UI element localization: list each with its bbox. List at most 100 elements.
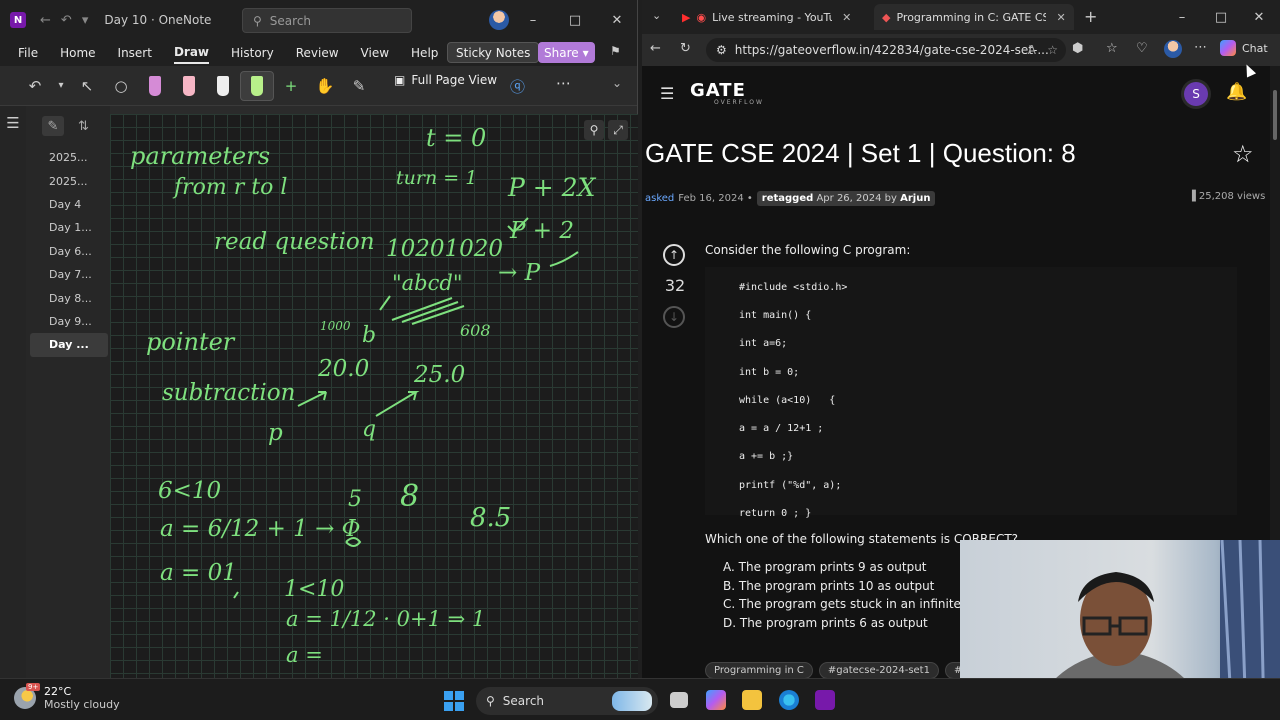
page-item[interactable]: 2025... (26, 146, 110, 169)
navigation-rail: ☰ (0, 106, 26, 678)
retag-user[interactable]: Arjun (900, 193, 930, 204)
search-icon[interactable]: ⚲ (584, 120, 604, 140)
tag-list: Programming in C #gatecse-2024-set1 #pr (705, 662, 982, 678)
notification-bell-icon[interactable]: 🔔 (1226, 82, 1247, 102)
copilot-chat-button[interactable]: Chat (1220, 40, 1268, 56)
more-icon[interactable]: ⋯ (556, 74, 571, 92)
file-explorer-icon[interactable] (742, 690, 762, 710)
note-canvas[interactable]: parameters from r to l read question t =… (110, 114, 638, 678)
upvote-button[interactable]: ↑ (663, 244, 685, 266)
share-button[interactable]: Share ▾ (538, 42, 595, 63)
asked-label[interactable]: asked (645, 193, 674, 204)
sort-icon[interactable]: ⇅ (78, 119, 89, 134)
ruler-icon[interactable]: ✎ (342, 71, 376, 101)
copilot-taskbar-icon[interactable] (706, 690, 726, 710)
maximize-icon[interactable]: □ (1202, 10, 1240, 25)
site-favicon-icon: ◆ (882, 10, 891, 24)
minimize-icon[interactable]: – (512, 13, 554, 28)
undo-icon[interactable]: ↶ (61, 13, 72, 28)
page-item[interactable]: Day 7... (26, 263, 110, 286)
menu-home[interactable]: Home (60, 43, 95, 63)
add-page-icon[interactable]: ✎ (42, 116, 64, 136)
menu-draw[interactable]: Draw (173, 42, 210, 64)
pen-red-icon[interactable] (172, 71, 206, 101)
feedback-icon[interactable]: ⚑ (610, 44, 621, 58)
menu-insert[interactable]: Insert (118, 43, 152, 63)
menu-file[interactable]: File (18, 43, 38, 63)
page-item[interactable]: Day 6... (26, 240, 110, 263)
taskbar-search[interactable]: ⚲ Search (476, 687, 658, 715)
page-item[interactable]: 2025... (26, 169, 110, 192)
onenote-search-input[interactable]: ⚲ Search (242, 8, 412, 33)
menu-history[interactable]: History (231, 43, 274, 63)
extensions-icon[interactable]: ⬢ (1072, 41, 1083, 56)
hand-tool-icon[interactable]: ✋ (308, 71, 342, 101)
scroll-thumb[interactable] (1273, 90, 1277, 140)
more-icon[interactable]: ⋯ (1194, 40, 1207, 55)
page-item-active[interactable]: Day ... (30, 333, 108, 357)
tab-actions-icon[interactable]: ⌄ (652, 9, 661, 22)
close-icon[interactable]: ✕ (596, 13, 638, 28)
pen-black-icon[interactable] (206, 71, 240, 101)
weather-widget[interactable]: 9+ 22°C Mostly cloudy (14, 683, 120, 711)
menu-view[interactable]: View (361, 43, 389, 63)
url-input[interactable]: ⚙ https://gateoverflow.in/422834/gate-cs… (706, 38, 1066, 62)
onenote-taskbar-icon[interactable] (815, 690, 835, 710)
avatar[interactable] (489, 10, 509, 30)
pen-green-icon[interactable] (240, 70, 274, 101)
page-item[interactable]: Day 8... (26, 286, 110, 309)
task-view-icon[interactable] (670, 692, 688, 708)
sticky-notes-button[interactable]: Sticky Notes (447, 42, 540, 63)
favorite-star-icon[interactable]: ☆ (1232, 140, 1254, 168)
user-avatar[interactable]: S (1184, 82, 1208, 106)
page-item[interactable]: Day 4 (26, 193, 110, 216)
close-tab-icon[interactable]: ✕ (1056, 11, 1065, 24)
favorite-star-icon[interactable]: ☆ (1047, 43, 1058, 57)
collapse-ribbon-icon[interactable]: ⌄ (612, 76, 622, 90)
read-aloud-icon[interactable]: A (1028, 43, 1036, 57)
tag-exam[interactable]: #gatecse-2024-set1 (818, 662, 939, 678)
back-icon[interactable]: ← (650, 41, 661, 56)
favorites-icon[interactable]: ☆ (1106, 41, 1118, 56)
lasso-tool-icon[interactable]: ○ (104, 71, 138, 101)
taskbar: 9+ 22°C Mostly cloudy ⚲ Search (0, 678, 1280, 720)
tab-gateoverflow[interactable]: ◆ Programming in C: GATE CSE 2024 ✕ (874, 4, 1074, 30)
ink-text: P + 2X (507, 173, 597, 202)
full-page-view-button[interactable]: ▣ Full Page View (394, 73, 497, 87)
tab-youtube-studio[interactable]: ▶ ◉ Live streaming - YouTube Stu ✕ (674, 4, 868, 30)
site-logo[interactable]: GATE (690, 80, 746, 101)
close-icon[interactable]: ✕ (1240, 10, 1278, 25)
refresh-icon[interactable]: ↻ (680, 41, 691, 56)
profile-avatar[interactable] (1164, 40, 1182, 58)
maximize-icon[interactable]: □ (554, 13, 596, 28)
select-tool-icon[interactable]: ↖ (70, 71, 104, 101)
chevron-down-icon[interactable]: ▾ (52, 71, 70, 101)
onenote-body: ☰ ✎ ⇅ 2025... 2025... Day 4 Day 1... Day… (0, 106, 638, 678)
menu-review[interactable]: Review (296, 43, 339, 63)
share-label: Share (544, 45, 579, 60)
edge-browser-icon[interactable] (779, 690, 799, 710)
page-item[interactable]: Day 9... (26, 310, 110, 333)
hamburger-menu-icon[interactable]: ☰ (660, 84, 674, 103)
close-tab-icon[interactable]: ✕ (842, 11, 851, 24)
add-pen-icon[interactable]: + (274, 71, 308, 101)
ink-text: pointer (146, 328, 236, 356)
downvote-button[interactable]: ↓ (663, 306, 685, 328)
tag-category[interactable]: Programming in C (705, 662, 813, 678)
start-button[interactable] (444, 691, 464, 711)
page-title: GATE CSE 2024 | Set 1 | Question: 8 (645, 138, 1076, 168)
quick-access-icon[interactable]: ▾ (82, 13, 89, 28)
new-tab-icon[interactable]: + (1084, 7, 1097, 26)
health-icon[interactable]: ♡ (1136, 41, 1148, 56)
expand-icon[interactable]: ⤢ (608, 120, 628, 140)
help-icon[interactable]: ⓠ (510, 76, 525, 97)
window-controls: – □ ✕ (1162, 0, 1278, 34)
hamburger-menu-icon[interactable]: ☰ (6, 114, 19, 132)
sticky-notes-label: Sticky Notes (456, 45, 531, 60)
undo-icon[interactable]: ↶ (18, 71, 52, 101)
menu-help[interactable]: Help (411, 43, 438, 63)
page-item[interactable]: Day 1... (26, 216, 110, 239)
highlighter-icon[interactable] (138, 71, 172, 101)
minimize-icon[interactable]: – (1162, 10, 1202, 25)
back-icon[interactable]: ← (40, 13, 51, 28)
